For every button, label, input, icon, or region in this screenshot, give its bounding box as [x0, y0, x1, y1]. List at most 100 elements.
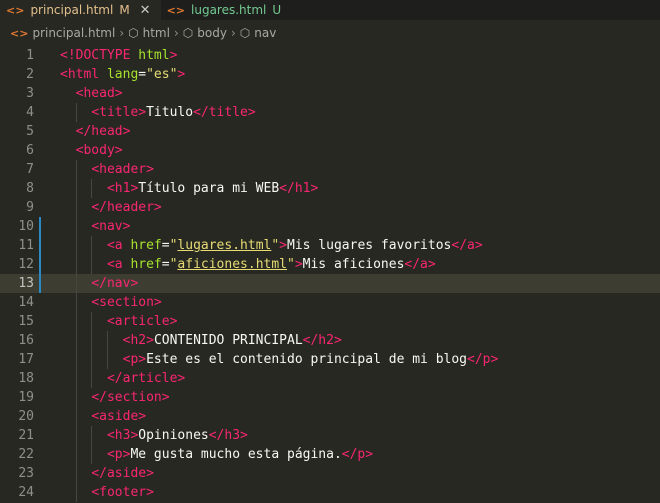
code-text: <h2>CONTENIDO PRINCIPAL</h2> [60, 331, 342, 350]
tag-token: <h3> [106, 428, 139, 443]
code-text: </aside> [60, 464, 154, 483]
line-number: 21 [18, 428, 34, 443]
line-number: 5 [26, 124, 34, 139]
code-line[interactable]: 13 </nav> [0, 274, 660, 293]
code-line[interactable]: 7 <header> [0, 160, 660, 179]
close-icon[interactable]: ✕ [140, 3, 151, 18]
tag-token: <aside> [91, 409, 147, 424]
code-line[interactable]: 11 <a href="lugares.html">Mis lugares fa… [0, 236, 660, 255]
tag-token: <a [106, 257, 131, 272]
line-number: 11 [18, 238, 34, 253]
tab-label: lugares.html [191, 3, 267, 17]
code-line[interactable]: 8 <h1>Título para mi WEB</h1> [0, 179, 660, 198]
line-number: 14 [18, 295, 34, 310]
tag-token: </h3> [208, 428, 248, 443]
line-number: 23 [18, 466, 34, 481]
code-line[interactable]: 18 </article> [0, 369, 660, 388]
code-line[interactable]: 22 <p>Me gusta mucho esta página.</p> [0, 445, 660, 464]
attribute-token: html [138, 48, 170, 63]
string-token: " [271, 238, 280, 253]
breadcrumb-item-nav[interactable]: nav [254, 26, 276, 40]
code-line[interactable]: 16 <h2>CONTENIDO PRINCIPAL</h2> [0, 331, 660, 350]
code-text: </article> [60, 369, 185, 388]
git-change-marker[interactable] [39, 255, 41, 274]
chevron-right-icon: › [119, 26, 125, 40]
line-number: 24 [18, 485, 34, 500]
cube-icon: ⬡ [239, 26, 251, 40]
text-token: Este es el contenido principal de mi blo… [146, 352, 468, 367]
code-text: <h1>Título para mi WEB</h1> [60, 179, 318, 198]
breadcrumb-item-file[interactable]: principal.html [32, 26, 115, 40]
code-line[interactable]: 23 </aside> [0, 464, 660, 483]
attribute-token: href [130, 238, 162, 253]
code-line[interactable]: 17 <p>Este es el contenido principal de … [0, 350, 660, 369]
code-line[interactable]: 4 <title>Titulo</title> [0, 103, 660, 122]
code-line[interactable]: 10 <nav> [0, 217, 660, 236]
tag-token: <nav> [91, 219, 131, 234]
code-line[interactable]: 3 <head> [0, 84, 660, 103]
tag-token: </h2> [302, 333, 342, 348]
tag-token: </p> [341, 447, 374, 462]
code-line[interactable]: 14 <section> [0, 293, 660, 312]
code-line[interactable]: 12 <a href="aficiones.html">Mis aficione… [0, 255, 660, 274]
tag-token: > [169, 48, 178, 63]
code-line[interactable]: 2 <html lang="es"> [0, 65, 660, 84]
code-line[interactable]: 6 <body> [0, 141, 660, 160]
link-path: aficiones.html [177, 257, 287, 272]
code-line[interactable]: 19 </section> [0, 388, 660, 407]
chevron-right-icon: › [230, 26, 236, 40]
code-line[interactable]: 1 <!DOCTYPE html> [0, 46, 660, 65]
code-line[interactable]: 20 <aside> [0, 407, 660, 426]
tag-token: </head> [75, 124, 131, 139]
code-text: </nav> [60, 274, 138, 293]
html-file-icon: <> [166, 3, 186, 17]
code-text: <title>Titulo</title> [60, 103, 255, 122]
tab-principal-html[interactable]: <> principal.html M ✕ [0, 0, 161, 20]
tag-token: <h2> [122, 333, 154, 348]
tag-token: <h1> [106, 181, 139, 196]
tag-token: </a> [451, 238, 483, 253]
tag-token: </nav> [91, 276, 139, 291]
code-line[interactable]: 24 <footer> [0, 483, 660, 502]
chevron-right-icon: › [173, 26, 179, 40]
code-text: <p>Este es el contenido principal de mi … [60, 350, 499, 369]
code-line[interactable]: 21 <h3>Opiniones</h3> [0, 426, 660, 445]
breadcrumb: <> principal.html › ⬡ html › ⬡ body › ⬡ … [0, 20, 660, 46]
indent-guide [91, 236, 93, 274]
breadcrumb-item-body[interactable]: body [197, 26, 227, 40]
tag-token: <article> [106, 314, 178, 329]
text-token: Titulo [146, 105, 194, 120]
line-number: 18 [18, 371, 34, 386]
code-editor[interactable]: 1 <!DOCTYPE html> 2 <html lang="es"> 3 <head… [0, 46, 660, 503]
indent-guide [106, 331, 108, 369]
tag-token: > [177, 67, 186, 82]
untracked-badge: U [272, 3, 282, 17]
git-change-marker[interactable] [39, 274, 41, 293]
code-line[interactable]: 15 <article> [0, 312, 660, 331]
string-token: "es" [146, 67, 178, 82]
line-number: 9 [26, 200, 34, 215]
tag-token: <footer> [91, 485, 154, 500]
code-line[interactable]: 9 </header> [0, 198, 660, 217]
git-change-marker[interactable] [39, 217, 41, 236]
tag-token: <section> [91, 295, 162, 310]
text-token: = [138, 67, 147, 82]
code-line[interactable]: 5 </head> [0, 122, 660, 141]
tag-token: </section> [91, 390, 170, 405]
tag-token: <head> [75, 86, 123, 101]
line-number: 16 [18, 333, 34, 348]
code-text: <a href="aficiones.html">Mis aficiones</… [60, 255, 436, 274]
breadcrumb-item-html[interactable]: html [143, 26, 170, 40]
indent-guide [91, 312, 93, 388]
line-number: 20 [18, 409, 34, 424]
code-text: <nav> [60, 217, 130, 236]
line-number: 22 [18, 447, 34, 462]
tab-lugares-html[interactable]: <> lugares.html U [161, 0, 292, 20]
git-change-marker[interactable] [39, 236, 41, 255]
tab-label: principal.html [30, 3, 114, 17]
html-file-icon: <> [10, 26, 29, 40]
line-number: 19 [18, 390, 34, 405]
